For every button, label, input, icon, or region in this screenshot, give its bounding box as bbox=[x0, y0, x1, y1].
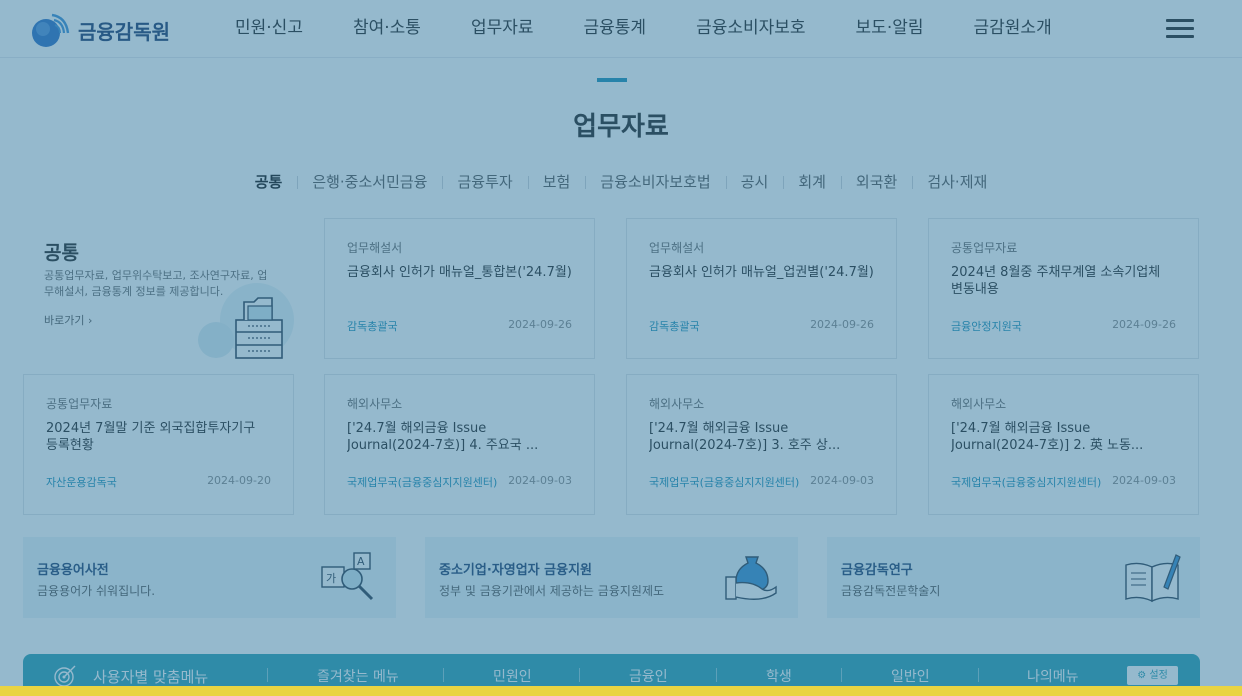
card-department: 국제업무국(금융중심지지원센터) bbox=[951, 476, 1102, 489]
card-category: 해외사무소 bbox=[649, 397, 705, 411]
card-footer: 금융안정지원국 2024-09-26 bbox=[951, 318, 1176, 334]
card-department: 감독총괄국 bbox=[649, 320, 700, 333]
menu-divider bbox=[978, 668, 979, 682]
card-department: 국제업무국(금융중심지지원센터) bbox=[649, 476, 800, 489]
tab-foreign-exchange[interactable]: 외국환 bbox=[840, 170, 912, 194]
settings-button[interactable]: ⚙ 설정 bbox=[1127, 666, 1178, 685]
card-footer: 국제업무국(금융중심지지원센터) 2024-09-03 bbox=[649, 474, 874, 490]
banner-research[interactable]: 금융감독연구 금융감독전문학술지 bbox=[827, 537, 1200, 618]
book-pen-icon bbox=[1125, 554, 1181, 603]
nav-item-work-data[interactable]: 업무자료 bbox=[471, 14, 534, 42]
card-date: 2024-09-26 bbox=[508, 318, 572, 331]
nav-item-consumer-protection[interactable]: 금융소비자보호 bbox=[696, 14, 805, 42]
tab-label: 공통 bbox=[254, 173, 283, 191]
dictionary-icon: 가 A bbox=[321, 552, 374, 601]
settings-label: 설정 bbox=[1149, 670, 1168, 681]
card-item[interactable]: 해외사무소 ['24.7월 해외금융 Issue Journal(2024-7호… bbox=[324, 374, 595, 515]
card-title: 2024년 7월말 기준 외국집합투자기구 등록현황 bbox=[46, 421, 256, 453]
target-icon bbox=[54, 665, 76, 687]
card-department: 감독총괄국 bbox=[347, 320, 398, 333]
tab-investment[interactable]: 금융투자 bbox=[442, 170, 527, 194]
card-category: 공통업무자료 bbox=[951, 241, 1018, 255]
menu-my-menu[interactable]: 나의메뉴 bbox=[1027, 666, 1079, 686]
fss-logo[interactable]: 금융감독원 bbox=[30, 12, 170, 48]
tab-common[interactable]: 공통 bbox=[231, 170, 306, 196]
card-item[interactable]: 업무해설서 금융회사 인허가 매뉴얼_통합본('24.7월) 감독총괄국 202… bbox=[324, 218, 595, 359]
card-footer: 감독총괄국 2024-09-26 bbox=[649, 318, 874, 334]
card-item[interactable]: 업무해설서 금융회사 인허가 매뉴얼_업권별('24.7월) 감독총괄국 202… bbox=[626, 218, 897, 359]
card-title: 금융회사 인허가 매뉴얼_업권별('24.7월) bbox=[649, 265, 874, 280]
card-date: 2024-09-03 bbox=[810, 474, 874, 487]
fss-logo-icon bbox=[32, 13, 70, 47]
card-date: 2024-09-03 bbox=[1112, 474, 1176, 487]
site-header: 금융감독원 민원·신고 참여·소통 업무자료 금융통계 금융소비자보호 보도·알… bbox=[0, 0, 1242, 58]
tab-inspection[interactable]: 검사·제재 bbox=[912, 170, 1002, 194]
card-category: 업무해설서 bbox=[347, 241, 403, 255]
card-item[interactable]: 해외사무소 ['24.7월 해외금융 Issue Journal(2024-7호… bbox=[626, 374, 897, 515]
nav-item-participation[interactable]: 참여·소통 bbox=[353, 14, 421, 42]
card-item[interactable]: 공통업무자료 2024년 8월중 주채무계열 소속기업체 변동내용 금융안정지원… bbox=[928, 218, 1199, 359]
menu-divider bbox=[716, 668, 717, 682]
card-footer: 감독총괄국 2024-09-26 bbox=[347, 318, 572, 334]
go-link[interactable]: 바로가기 › bbox=[44, 312, 92, 328]
tab-disclosure[interactable]: 공시 bbox=[725, 170, 784, 194]
filing-cabinet-icon bbox=[198, 283, 294, 359]
tab-banking[interactable]: 은행·중소서민금융 bbox=[297, 170, 442, 194]
menu-hamburger-icon[interactable] bbox=[1166, 19, 1194, 41]
card-title: 2024년 8월중 주채무계열 소속기업체 변동내용 bbox=[951, 265, 1161, 297]
tab-insurance[interactable]: 보험 bbox=[527, 170, 586, 194]
card-department: 금융안정지원국 bbox=[951, 320, 1022, 333]
card-footer: 자산운용감독국 2024-09-20 bbox=[46, 474, 271, 490]
nav-item-statistics[interactable]: 금융통계 bbox=[584, 14, 647, 42]
card-category: 해외사무소 bbox=[951, 397, 1007, 411]
card-footer: 국제업무국(금융중심지지원센터) 2024-09-03 bbox=[951, 474, 1176, 490]
user-menu-title: 사용자별 맞춤메뉴 bbox=[93, 668, 209, 686]
card-date: 2024-09-26 bbox=[1112, 318, 1176, 331]
menu-divider bbox=[841, 668, 842, 682]
card-date: 2024-09-03 bbox=[508, 474, 572, 487]
menu-finance-worker[interactable]: 금융인 bbox=[629, 666, 668, 686]
card-title: ['24.7월 해외금융 Issue Journal(2024-7호)] 4. … bbox=[347, 421, 539, 453]
menu-favorites[interactable]: 즐겨찾는 메뉴 bbox=[317, 666, 399, 686]
card-department: 국제업무국(금융중심지지원센터) bbox=[347, 476, 498, 489]
nav-item-minwon[interactable]: 민원·신고 bbox=[235, 14, 303, 42]
card-title: 금융회사 인허가 매뉴얼_통합본('24.7월) bbox=[347, 265, 572, 280]
card-category: 해외사무소 bbox=[347, 397, 403, 411]
tab-accounting[interactable]: 회계 bbox=[783, 170, 841, 194]
money-hand-icon bbox=[725, 556, 777, 600]
title-accent-bar bbox=[597, 78, 627, 82]
card-item[interactable]: 해외사무소 ['24.7월 해외금융 Issue Journal(2024-7호… bbox=[928, 374, 1199, 515]
nav-item-press[interactable]: 보도·알림 bbox=[856, 14, 924, 42]
nav-item-about[interactable]: 금감원소개 bbox=[974, 14, 1052, 42]
menu-complainant[interactable]: 민원인 bbox=[493, 666, 532, 686]
page-title: 업무자료 bbox=[573, 112, 669, 142]
banner-sme-support[interactable]: 중소기업·자영업자 금융지원 정부 및 금융기관에서 제공하는 금융지원제도 bbox=[425, 537, 798, 618]
gear-icon: ⚙ bbox=[1137, 670, 1147, 681]
card-title: ['24.7월 해외금융 Issue Journal(2024-7호)] 3. … bbox=[649, 421, 841, 453]
card-date: 2024-09-20 bbox=[207, 474, 271, 487]
page: 금융감독원 민원·신고 참여·소통 업무자료 금융통계 금융소비자보호 보도·알… bbox=[0, 0, 1242, 696]
main-nav: 민원·신고 참여·소통 업무자료 금융통계 금융소비자보호 보도·알림 금감원소… bbox=[210, 14, 1077, 42]
svg-text:A: A bbox=[357, 555, 365, 568]
logo-text: 금융감독원 bbox=[78, 19, 170, 44]
card-footer: 국제업무국(금융중심지지원센터) 2024-09-03 bbox=[347, 474, 572, 490]
card-department: 자산운용감독국 bbox=[46, 476, 117, 489]
bottom-highlight-strip bbox=[0, 686, 1242, 696]
menu-divider bbox=[443, 668, 444, 682]
card-title: ['24.7월 해외금융 Issue Journal(2024-7호)] 2. … bbox=[951, 421, 1144, 453]
menu-general-public[interactable]: 일반인 bbox=[891, 666, 930, 686]
banner-dictionary[interactable]: 금융용어사전 금융용어가 쉬워집니다. 가 A bbox=[23, 537, 396, 618]
category-tabs: 공통 은행·중소서민금융 금융투자 보험 금융소비자보호법 공시 회계 외국환 … bbox=[0, 170, 1242, 196]
card-category: 업무해설서 bbox=[649, 241, 705, 255]
intro-title: 공통 bbox=[44, 242, 79, 264]
svg-text:가: 가 bbox=[326, 572, 336, 585]
menu-divider bbox=[579, 668, 580, 682]
card-date: 2024-09-26 bbox=[810, 318, 874, 331]
card-item[interactable]: 공통업무자료 2024년 7월말 기준 외국집합투자기구 등록현황 자산운용감독… bbox=[23, 374, 294, 515]
card-category: 공통업무자료 bbox=[46, 397, 113, 411]
menu-divider bbox=[267, 668, 268, 682]
tab-consumer-law[interactable]: 금융소비자보호법 bbox=[585, 170, 725, 194]
menu-student[interactable]: 학생 bbox=[766, 666, 792, 686]
